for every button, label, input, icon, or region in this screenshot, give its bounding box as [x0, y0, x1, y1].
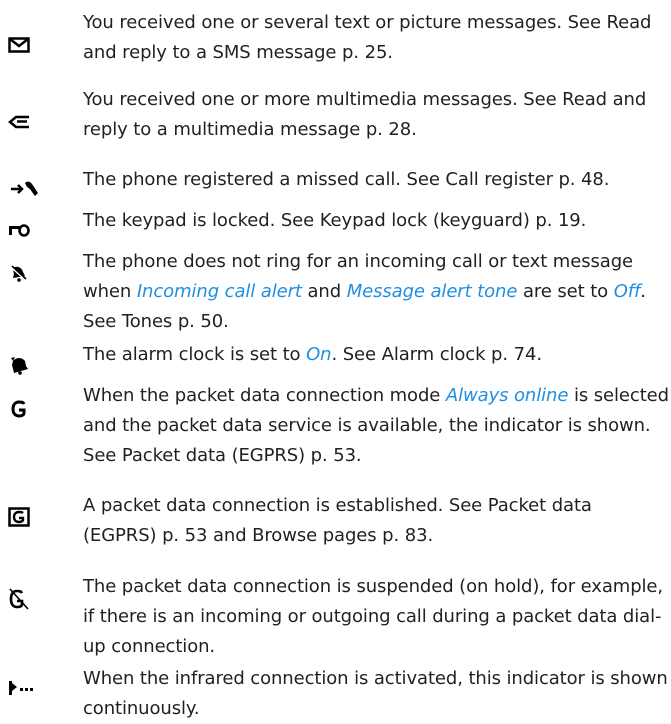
infrared-icon [8, 677, 36, 699]
entry-text: The phone registered a missed call. See … [83, 169, 610, 190]
envelope-icon [6, 34, 32, 56]
entry-text: When the infrared connection is activate… [83, 668, 668, 719]
entry-text: A packet data connection is established.… [83, 495, 592, 546]
indicator-list: You received one or several text or pict… [0, 0, 671, 719]
text-fragment: When the packet data connection mode [83, 385, 446, 406]
multimedia-message-icon [6, 111, 32, 133]
entry-text: The phone does not ring for an incoming … [83, 247, 669, 337]
text-fragment: . See Alarm clock p. 74. [331, 344, 542, 365]
gprs-suspended-icon [6, 588, 32, 610]
entry-text: The keypad is locked. See Keypad lock (k… [83, 210, 587, 231]
key-lock-icon [6, 219, 32, 241]
entry-text: The packet data connection is suspended … [83, 576, 664, 657]
silent-mode-icon [6, 262, 32, 284]
entry-text: The alarm clock is set to On. See Alarm … [83, 340, 669, 370]
alarm-clock-icon [6, 354, 32, 376]
text-fragment: are set to [517, 281, 614, 302]
on-value: On [306, 344, 332, 365]
message-alert-tone-setting: Message alert tone [346, 281, 518, 302]
gprs-always-online-icon [6, 398, 32, 420]
text-fragment: and [301, 281, 347, 302]
entry-text: When the packet data connection mode Alw… [83, 381, 669, 471]
always-online-setting: Always online [445, 385, 569, 406]
gprs-connection-established-icon [6, 506, 32, 528]
text-fragment: The alarm clock is set to [83, 344, 307, 365]
incoming-call-alert-setting: Incoming call alert [136, 281, 302, 302]
entry-text: You received one or several text or pict… [83, 12, 652, 63]
off-value: Off [613, 281, 641, 302]
missed-call-icon [10, 178, 40, 200]
entry-text: You received one or more multimedia mess… [83, 89, 647, 140]
